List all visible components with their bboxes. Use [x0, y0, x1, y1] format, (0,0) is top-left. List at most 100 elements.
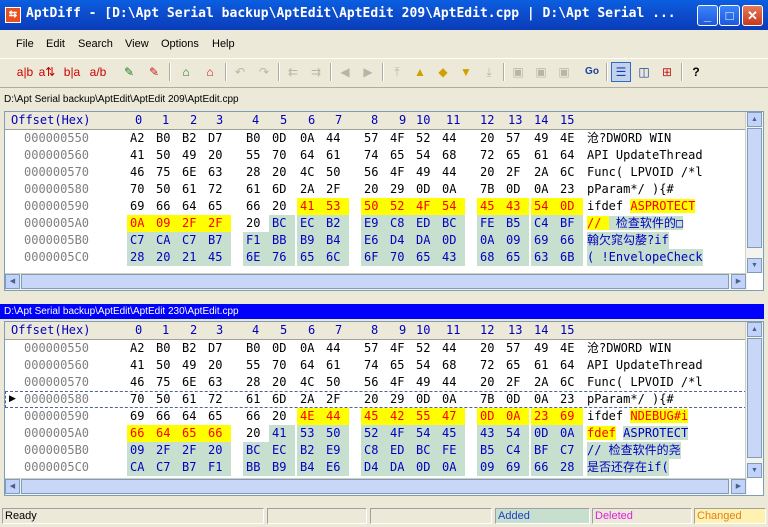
hex-byte[interactable]: 6F — [361, 249, 387, 266]
hex-byte[interactable]: B0 — [243, 340, 269, 357]
hex-byte[interactable]: 69 — [127, 198, 153, 215]
hex-byte[interactable]: D4 — [387, 232, 413, 249]
hex-byte[interactable]: A2 — [127, 340, 153, 357]
hex-row[interactable]: 000000550 A2 B0 B2 D7 B0 0D 0A 44 57 4F 52 44 20 57 49 4… — [5, 130, 747, 147]
pane2-hex-view[interactable]: Offset(Hex) 0 1 2 3 4 5 6 7 8 9 10 11 12 13 14 15 0000005… — [4, 321, 764, 496]
hex-row[interactable]: ▶ 000000580 70 50 61 72 61 6D 2A 2F 20 29 0D 0A 7B 0D 0A… — [5, 391, 747, 408]
hex-byte[interactable]: 43 — [439, 249, 465, 266]
hex-byte[interactable]: 55 — [413, 408, 439, 425]
hex-byte[interactable]: 44 — [439, 340, 465, 357]
next-diff-icon[interactable]: ▼ — [456, 62, 476, 82]
prev-diff-icon[interactable]: ▲ — [410, 62, 430, 82]
hex-byte[interactable]: 57 — [503, 130, 529, 147]
house-red-icon[interactable]: ⌂ — [200, 62, 220, 82]
hex-byte[interactable]: 4F — [387, 130, 413, 147]
hex-byte[interactable]: 23 — [557, 181, 583, 198]
hex-byte[interactable]: 53 — [323, 198, 349, 215]
hex-byte[interactable]: 61 — [179, 391, 205, 408]
hex-byte[interactable]: 0D — [477, 408, 503, 425]
hex-byte[interactable]: 54 — [413, 147, 439, 164]
hex-byte[interactable]: 41 — [127, 357, 153, 374]
menu-file[interactable]: File — [16, 38, 34, 50]
hex-byte[interactable]: 64 — [297, 357, 323, 374]
scroll-right-icon[interactable]: ▶ — [731, 479, 746, 494]
scroll-thumb[interactable] — [747, 128, 762, 248]
hex-byte[interactable]: B2 — [179, 340, 205, 357]
hex-byte[interactable]: 47 — [439, 408, 465, 425]
hex-byte[interactable]: B4 — [323, 232, 349, 249]
help-icon[interactable]: ? — [686, 62, 706, 82]
first-diff-icon[interactable]: ⤒ — [387, 62, 407, 82]
hex-byte[interactable]: 52 — [413, 340, 439, 357]
hex-byte[interactable]: B9 — [297, 232, 323, 249]
hex-byte[interactable]: B2 — [323, 215, 349, 232]
hex-byte[interactable]: C4 — [503, 442, 529, 459]
hex-byte[interactable]: 0D — [439, 232, 465, 249]
hex-byte[interactable]: 20 — [205, 442, 231, 459]
hex-byte[interactable]: 09 — [127, 442, 153, 459]
hex-byte[interactable]: EC — [297, 215, 323, 232]
hex-byte[interactable]: 49 — [413, 164, 439, 181]
hex-byte[interactable]: 20 — [205, 147, 231, 164]
hex-byte[interactable]: 61 — [531, 147, 557, 164]
hex-byte[interactable]: B9 — [269, 459, 295, 476]
hex-byte[interactable]: 20 — [477, 164, 503, 181]
hex-byte[interactable]: 28 — [243, 164, 269, 181]
hex-byte[interactable]: 70 — [269, 357, 295, 374]
hex-byte[interactable]: 20 — [477, 374, 503, 391]
scroll-right-icon[interactable]: ▶ — [731, 274, 746, 289]
hex-byte[interactable]: 66 — [153, 198, 179, 215]
hex-byte[interactable]: 23 — [557, 391, 583, 408]
hex-byte[interactable]: 2F — [503, 374, 529, 391]
hex-byte[interactable]: 56 — [361, 374, 387, 391]
hex-byte[interactable]: 50 — [323, 164, 349, 181]
hex-byte[interactable]: 4E — [557, 130, 583, 147]
hex-byte[interactable]: 64 — [557, 147, 583, 164]
hex-byte[interactable]: 0D — [503, 391, 529, 408]
hex-byte[interactable]: 50 — [153, 391, 179, 408]
hex-byte[interactable]: 2F — [323, 391, 349, 408]
hex-byte[interactable]: D4 — [361, 459, 387, 476]
hex-byte[interactable]: 61 — [243, 391, 269, 408]
hex-byte[interactable]: 44 — [323, 408, 349, 425]
hex-byte[interactable]: FE — [477, 215, 503, 232]
compare-b-icon[interactable]: b|a — [62, 62, 82, 82]
menu-options[interactable]: Options — [161, 38, 199, 50]
horizontal-scrollbar[interactable]: ◀ ▶ — [5, 478, 747, 495]
scroll-thumb[interactable] — [747, 338, 762, 458]
hex-byte[interactable]: 72 — [477, 147, 503, 164]
hex-byte[interactable]: 20 — [269, 374, 295, 391]
hex-row[interactable]: 000000560 41 50 49 20 55 70 64 61 74 65 54 68 72 65 61 6… — [5, 357, 747, 374]
hex-byte[interactable]: 0D — [413, 459, 439, 476]
hex-byte[interactable]: F1 — [205, 459, 231, 476]
hex-byte[interactable]: B0 — [153, 130, 179, 147]
hex-byte[interactable]: 6E — [179, 374, 205, 391]
edit-pen-red-icon[interactable]: ✎ — [144, 62, 164, 82]
house-green-icon[interactable]: ⌂ — [176, 62, 196, 82]
hex-row[interactable]: 000000590 69 66 64 65 66 20 41 53 50 52 4F 54 45 43 54 0… — [5, 198, 747, 215]
vertical-scrollbar[interactable]: ▲ ▼ — [745, 112, 763, 273]
hex-byte[interactable]: BF — [531, 442, 557, 459]
hex-byte[interactable]: 61 — [179, 181, 205, 198]
hex-byte[interactable]: 57 — [361, 340, 387, 357]
hex-byte[interactable]: 72 — [205, 391, 231, 408]
hex-row[interactable]: 000000550 A2 B0 B2 D7 B0 0D 0A 44 57 4F 52 44 20 57 49 4… — [5, 340, 747, 357]
hex-byte[interactable]: 6E — [243, 249, 269, 266]
hex-byte[interactable]: 61 — [531, 357, 557, 374]
hex-byte[interactable]: 75 — [153, 374, 179, 391]
hex-byte[interactable]: 65 — [503, 357, 529, 374]
current-diff-icon[interactable]: ◆ — [433, 62, 453, 82]
hex-byte[interactable]: 57 — [503, 340, 529, 357]
hex-byte[interactable]: 55 — [243, 147, 269, 164]
hex-byte[interactable]: 61 — [323, 147, 349, 164]
menu-search[interactable]: Search — [78, 38, 113, 50]
hex-byte[interactable]: 57 — [361, 130, 387, 147]
hex-byte[interactable]: 41 — [269, 425, 295, 442]
hex-byte[interactable]: FE — [439, 442, 465, 459]
compare-a-icon[interactable]: a⇅ — [37, 62, 57, 82]
hex-byte[interactable]: 43 — [503, 198, 529, 215]
hex-byte[interactable]: 54 — [503, 425, 529, 442]
hex-byte[interactable]: 68 — [477, 249, 503, 266]
hex-byte[interactable]: 46 — [127, 374, 153, 391]
hex-byte[interactable]: 28 — [243, 374, 269, 391]
